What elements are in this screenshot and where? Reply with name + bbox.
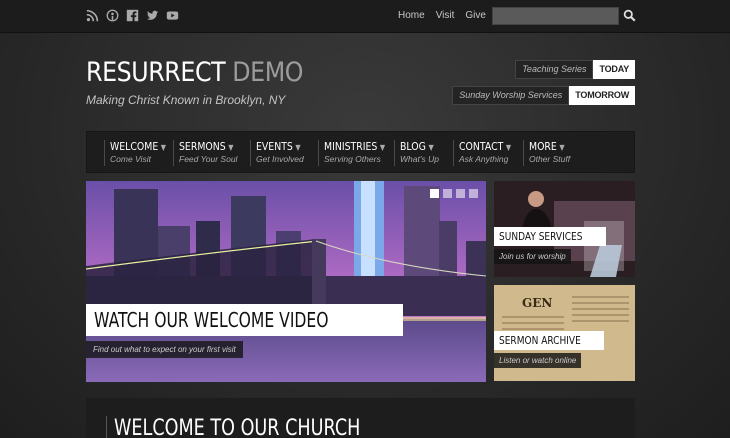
nav-title: MINISTRIES: [324, 140, 378, 153]
youtube-icon[interactable]: [166, 9, 179, 22]
top-link-give[interactable]: Give: [465, 10, 486, 21]
caret-down-icon: ▼: [428, 143, 434, 152]
nav-item-sermons[interactable]: SERMONS ▼ Feed Your Soul: [173, 140, 243, 166]
card-title: SUNDAY SERVICES: [494, 227, 606, 246]
nav-title: CONTACT: [459, 140, 504, 153]
rss-icon[interactable]: [86, 9, 99, 22]
facebook-icon[interactable]: [126, 9, 139, 22]
nav-title: WELCOME: [110, 140, 159, 153]
nav-subtitle: What's Up: [400, 154, 439, 164]
nav-title: SERMONS: [179, 140, 226, 153]
schedule-teaching: Teaching Series TODAY: [515, 60, 635, 79]
nav-subtitle: Serving Others: [324, 154, 381, 164]
social-icons: [86, 9, 179, 22]
nav-subtitle: Feed Your Soul: [179, 154, 238, 164]
caret-down-icon: ▼: [295, 143, 301, 152]
hero-slider[interactable]: WATCH OUR WELCOME VIDEO Find out what to…: [86, 181, 486, 382]
site-tagline: Making Christ Known in Brooklyn, NY: [86, 93, 286, 107]
card-sunday-services[interactable]: SUNDAY SERVICES Join us for worship: [494, 181, 635, 277]
top-links: Home Visit Give: [398, 10, 486, 21]
search-input[interactable]: [492, 7, 619, 25]
card-subtitle: Join us for worship: [494, 249, 571, 264]
welcome-heading: WELCOME TO OUR CHURCH: [106, 416, 422, 438]
slider-dot[interactable]: [443, 189, 452, 198]
nav-item-events[interactable]: EVENTS ▼ Get Involved: [250, 140, 309, 166]
top-link-home[interactable]: Home: [398, 10, 425, 21]
search-icon[interactable]: [623, 9, 636, 22]
card-title-text: SUNDAY SERVICES: [499, 230, 583, 243]
card-title-text: SERMON ARCHIVE: [499, 334, 581, 347]
welcome-section: WELCOME TO OUR CHURCH: [86, 398, 635, 438]
podcast-icon[interactable]: [106, 9, 119, 22]
today-button[interactable]: TODAY: [593, 60, 635, 79]
caret-down-icon: ▼: [228, 143, 234, 152]
top-link-visit[interactable]: Visit: [436, 10, 455, 21]
card-subtitle: Listen or watch online: [494, 353, 582, 368]
nav-item-contact[interactable]: CONTACT ▼ Ask Anything: [453, 140, 520, 166]
caret-down-icon: ▼: [379, 143, 386, 152]
slider-dot[interactable]: [469, 189, 478, 198]
welcome-heading-text: WELCOME TO OUR CHURCH: [114, 416, 361, 438]
nav-item-more[interactable]: MORE ▼ Other Stuff: [523, 140, 571, 166]
nav-title: EVENTS: [256, 140, 293, 153]
hero-title[interactable]: WATCH OUR WELCOME VIDEO: [86, 304, 403, 336]
logo-title-main: RESURRECT: [86, 57, 226, 88]
nav-item-ministries[interactable]: MINISTRIES ▼ Serving Others: [318, 140, 396, 166]
schedule-worship: Sunday Worship Services TOMORROW: [452, 86, 635, 105]
card-title: SERMON ARCHIVE: [494, 331, 604, 350]
nav-subtitle: Other Stuff: [529, 154, 571, 164]
nav-subtitle: Get Involved: [256, 154, 304, 164]
site-logo[interactable]: RESURRECT DEMO: [86, 57, 303, 88]
hero-title-text: WATCH OUR WELCOME VIDEO: [94, 308, 329, 332]
nav-subtitle: Come Visit: [110, 154, 151, 164]
nav-title: BLOG: [400, 140, 426, 153]
hero-subtitle: Find out what to expect on your first vi…: [86, 341, 243, 358]
caret-down-icon: ▼: [559, 143, 565, 152]
schedule-label: Teaching Series: [515, 60, 594, 79]
nav-subtitle: Ask Anything: [459, 154, 509, 164]
svg-text:GEN: GEN: [522, 296, 552, 310]
twitter-icon[interactable]: [146, 9, 159, 22]
card-sermon-archive[interactable]: GEN SERMON ARCHIVE Listen or watch onlin…: [494, 285, 635, 381]
tomorrow-button[interactable]: TOMORROW: [569, 86, 635, 105]
main-nav: WELCOME ▼ Come Visit SERMONS ▼ Feed Your S…: [86, 131, 635, 173]
slider-dot[interactable]: [456, 189, 465, 198]
top-bar: Home Visit Give: [0, 0, 730, 33]
nav-title: MORE: [529, 140, 557, 153]
schedule-label: Sunday Worship Services: [452, 86, 570, 105]
nav-item-welcome[interactable]: WELCOME ▼ Come Visit: [104, 140, 176, 166]
slider-dots: [430, 189, 478, 198]
caret-down-icon: ▼: [505, 143, 512, 152]
caret-down-icon: ▼: [160, 143, 167, 152]
nav-item-blog[interactable]: BLOG ▼ What's Up: [394, 140, 440, 166]
slider-dot[interactable]: [430, 189, 439, 198]
logo-title-accent: DEMO: [232, 57, 304, 88]
